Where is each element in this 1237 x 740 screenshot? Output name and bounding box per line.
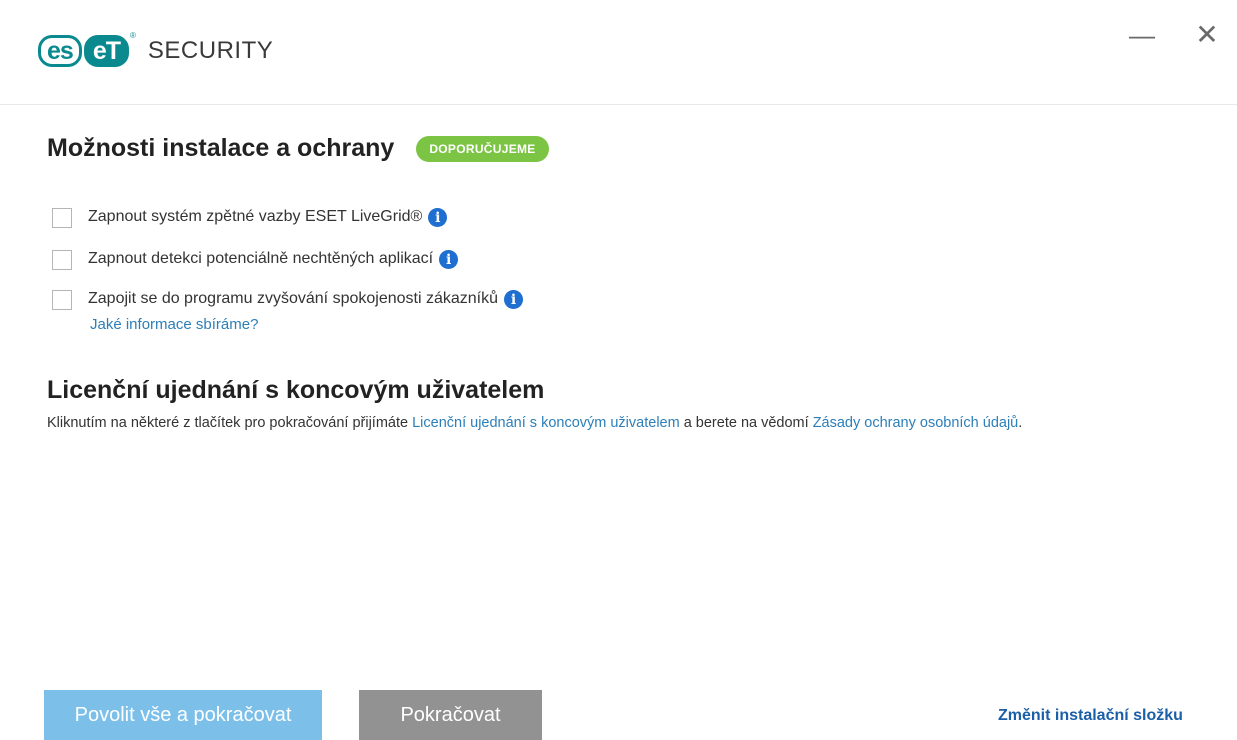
logo-registered-mark: ® [130, 31, 136, 40]
options-title: Možnosti instalace a ochrany [47, 134, 395, 162]
option-customer-experience: Zapojit se do programu zvyšování spokoje… [52, 290, 523, 310]
minimize-icon[interactable]: — [1125, 18, 1159, 52]
eula-link[interactable]: Licenční ujednání s koncovým uživatelem [412, 415, 680, 431]
app-name: SECURITY [147, 37, 274, 64]
eula-title: Licenční ujednání s koncovým uživatelem [47, 376, 545, 404]
eset-logo: es eT ® SECURITY [38, 31, 274, 69]
close-icon[interactable]: ✕ [1190, 18, 1224, 52]
pua-detection-info-icon[interactable]: i [439, 250, 459, 269]
change-install-folder-link[interactable]: Změnit instalační složku [998, 707, 1183, 725]
privacy-policy-link[interactable]: Zásady ochrany osobních údajů [813, 415, 1019, 431]
livegrid-info-icon[interactable]: i [428, 208, 448, 227]
customer-experience-label: Zapojit se do programu zvyšování spokoje… [88, 290, 498, 307]
logo-part-left: es [38, 35, 82, 67]
pua-detection-label: Zapnout detekci potenciálně nechtěných a… [88, 250, 434, 267]
customer-experience-info-icon[interactable]: i [504, 290, 523, 309]
allow-all-continue-button[interactable]: Povolit vše a pokračovat [44, 690, 322, 740]
title-bar: es eT ® SECURITY — ✕ [0, 0, 1237, 105]
logo-part-right: eT [83, 35, 129, 67]
pua-detection-checkbox[interactable] [52, 250, 72, 270]
customer-experience-checkbox[interactable] [52, 290, 72, 310]
eula-text-part-3: . [1018, 415, 1023, 431]
eula-text-part-2: a berete na vědomí [679, 415, 813, 431]
options-heading: Možnosti instalace a ochrany DOPORUČUJEM… [47, 134, 549, 163]
livegrid-checkbox[interactable] [52, 208, 72, 228]
eula-text: Kliknutím na některé z tlačítek pro pokr… [47, 412, 1187, 434]
eula-text-part-1: Kliknutím na některé z tlačítek pro pokr… [47, 415, 413, 431]
option-livegrid: Zapnout systém zpětné vazby ESET LiveGri… [52, 208, 448, 228]
livegrid-label: Zapnout systém zpětné vazby ESET LiveGri… [88, 208, 423, 225]
continue-button[interactable]: Pokračovat [359, 690, 542, 740]
option-pua-detection: Zapnout detekci potenciálně nechtěných a… [52, 250, 459, 270]
collected-info-link[interactable]: Jaké informace sbíráme? [90, 316, 258, 333]
recommended-badge: DOPORUČUJEME [416, 135, 549, 162]
